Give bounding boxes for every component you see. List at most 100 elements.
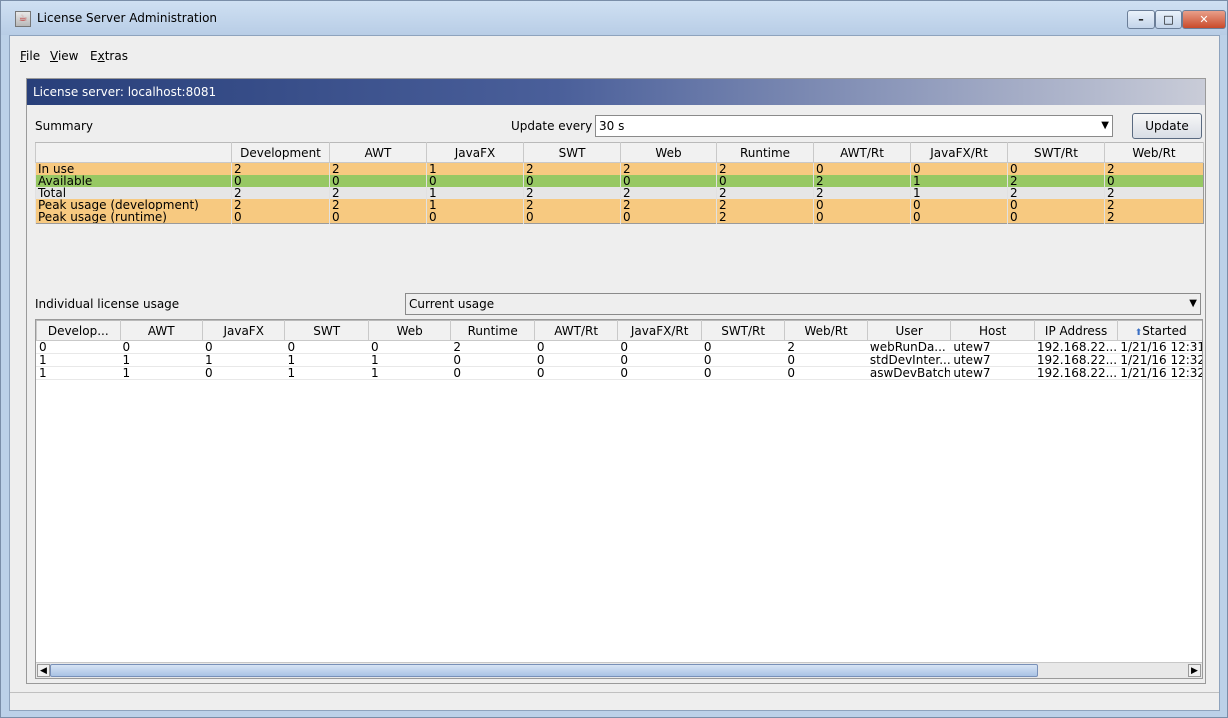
summary-row-label: Peak usage (runtime) bbox=[35, 211, 232, 224]
usage-cell: 0 bbox=[700, 353, 785, 367]
usage-cell: stdDevInter... bbox=[866, 353, 951, 367]
table-row[interactable]: 0 0 0 0 0 2 0 0 0 2 webRunDa... utew7 192.168.22....… bbox=[36, 340, 1202, 354]
usage-cell: utew7 bbox=[950, 340, 1035, 354]
usage-column-label: Host bbox=[978, 323, 1007, 338]
usage-column-header[interactable]: JavaFX/Rt bbox=[617, 320, 702, 341]
java-cup-icon[interactable]: ☕ bbox=[15, 11, 31, 27]
summary-column-header[interactable]: SWT/Rt bbox=[1007, 142, 1105, 163]
summary-cell: 2 bbox=[329, 162, 427, 175]
summary-column-header[interactable]: JavaFX/Rt bbox=[910, 142, 1008, 163]
update-button[interactable]: Update bbox=[1132, 113, 1202, 139]
summary-cell: 0 bbox=[523, 175, 621, 187]
usage-filter-select[interactable]: Current usage ▼ bbox=[405, 293, 1201, 315]
summary-cell: 2 bbox=[523, 199, 621, 211]
usage-column-header[interactable]: JavaFX bbox=[201, 320, 286, 341]
usage-column-header[interactable]: AWT bbox=[119, 320, 203, 341]
usage-column-header[interactable]: Develop... bbox=[36, 320, 121, 341]
server-panel: License server: localhost:8081 Summary U… bbox=[26, 78, 1206, 684]
usage-cell: 192.168.22.... bbox=[1033, 366, 1118, 380]
menu-file[interactable]: File bbox=[20, 49, 40, 63]
summary-column-header[interactable]: JavaFX bbox=[426, 142, 524, 163]
usage-column-header[interactable]: IP Address bbox=[1033, 320, 1119, 341]
summary-row-label: In use bbox=[35, 162, 232, 175]
scrollbar-thumb[interactable] bbox=[50, 664, 1038, 677]
usage-cell: 1 bbox=[201, 353, 285, 367]
arrow-left-icon[interactable]: ◀ bbox=[37, 664, 50, 677]
summary-column-header[interactable]: Web bbox=[620, 142, 717, 163]
usage-column-label: JavaFX bbox=[223, 323, 264, 338]
usage-column-label: Web bbox=[396, 323, 423, 338]
summary-cell: 2 bbox=[620, 199, 717, 211]
summary-cell: 2 bbox=[716, 187, 814, 199]
usage-column-header[interactable]: User bbox=[866, 320, 952, 341]
summary-table: Development AWT JavaFX SWT Web Runtime AWT/Rt J… bbox=[35, 142, 1204, 224]
menu-extras[interactable]: Extras bbox=[90, 49, 128, 63]
table-row[interactable]: 1 1 0 1 1 0 0 0 0 0 aswDevBatch utew7 192.168.22....… bbox=[36, 366, 1202, 380]
minimize-icon: – bbox=[1138, 13, 1144, 26]
summary-cell: 0 bbox=[426, 211, 524, 224]
minimize-button[interactable]: – bbox=[1127, 10, 1155, 29]
summary-cell: 0 bbox=[329, 175, 427, 187]
horizontal-scrollbar[interactable]: ◀ ▶ bbox=[36, 662, 1202, 678]
usage-cell: 1 bbox=[119, 353, 203, 367]
usage-column-label: IP Address bbox=[1044, 323, 1108, 338]
usage-cell: 0 bbox=[700, 366, 785, 380]
usage-cell: webRunDa... bbox=[866, 340, 951, 354]
usage-column-header[interactable]: SWT bbox=[284, 320, 369, 341]
usage-column-label: SWT bbox=[313, 323, 341, 338]
client-area: File View Extras License server: localho… bbox=[9, 35, 1220, 711]
menu-view[interactable]: View bbox=[50, 49, 78, 63]
usage-column-label: Runtime bbox=[467, 323, 518, 338]
usage-column-header[interactable]: Web/Rt bbox=[784, 320, 868, 341]
usage-cell: 1 bbox=[36, 366, 120, 380]
summary-cell: 2 bbox=[231, 199, 330, 211]
summary-cell: 0 bbox=[910, 211, 1008, 224]
usage-column-label: Started bbox=[1142, 323, 1187, 338]
summary-column-header[interactable]: AWT bbox=[329, 142, 427, 163]
usage-column-label: AWT bbox=[147, 323, 175, 338]
usage-cell: 2 bbox=[450, 340, 535, 354]
usage-cell: 0 bbox=[784, 366, 868, 380]
update-every-label: Update every bbox=[511, 119, 593, 133]
summary-cell: 1 bbox=[426, 162, 524, 175]
summary-cell: 2 bbox=[523, 187, 621, 199]
usage-cell: 0 bbox=[784, 353, 868, 367]
usage-column-label: AWT/Rt bbox=[554, 323, 599, 338]
usage-column-header[interactable]: Web bbox=[367, 320, 452, 341]
summary-column-header[interactable]: Development bbox=[231, 142, 330, 163]
summary-cell: 2 bbox=[1104, 162, 1204, 175]
usage-cell: 1 bbox=[284, 366, 369, 380]
summary-column-header[interactable]: SWT bbox=[523, 142, 621, 163]
summary-cell: 1 bbox=[910, 175, 1008, 187]
summary-cell: 0 bbox=[910, 162, 1008, 175]
usage-column-header[interactable]: ⬆Started bbox=[1117, 320, 1202, 341]
summary-cell: 2 bbox=[716, 211, 814, 224]
summary-cell: 1 bbox=[426, 187, 524, 199]
maximize-button[interactable]: □ bbox=[1155, 10, 1182, 29]
usage-column-header[interactable]: SWT/Rt bbox=[700, 320, 786, 341]
usage-cell: 1/21/16 12:32 PM bbox=[1117, 366, 1202, 380]
table-row[interactable]: 1 1 1 1 1 0 0 0 0 0 stdDevInter... utew7 192.168.22.… bbox=[36, 353, 1202, 367]
summary-column-header[interactable]: Web/Rt bbox=[1104, 142, 1204, 163]
usage-table-scroll[interactable]: Develop... AWT JavaFX SWT Web Runtime AWT/Rt Ja… bbox=[35, 319, 1203, 679]
summary-row: Peak usage (runtime) 0 0 0 0 0 2 0 0 0 2 bbox=[35, 211, 1204, 224]
usage-column-header[interactable]: Runtime bbox=[450, 320, 535, 341]
usage-cell: utew7 bbox=[950, 353, 1035, 367]
chevron-down-icon: ▼ bbox=[1189, 298, 1197, 309]
summary-cell: 2 bbox=[1104, 199, 1204, 211]
summary-cell: 2 bbox=[620, 162, 717, 175]
summary-column-header[interactable] bbox=[35, 142, 232, 163]
usage-cell: 192.168.22.... bbox=[1033, 340, 1118, 354]
usage-column-header[interactable]: AWT/Rt bbox=[533, 320, 619, 341]
summary-cell: 0 bbox=[523, 211, 621, 224]
summary-column-header[interactable]: Runtime bbox=[716, 142, 814, 163]
summary-column-header[interactable]: AWT/Rt bbox=[813, 142, 911, 163]
usage-cell: 2 bbox=[784, 340, 868, 354]
close-button[interactable]: ✕ bbox=[1182, 10, 1226, 29]
update-interval-select[interactable]: 30 s ▼ bbox=[595, 115, 1113, 137]
arrow-right-icon[interactable]: ▶ bbox=[1188, 664, 1201, 677]
summary-cell: 2 bbox=[231, 162, 330, 175]
usage-column-header[interactable]: Host bbox=[950, 320, 1035, 341]
close-icon: ✕ bbox=[1199, 13, 1209, 26]
summary-row: Total 2 2 1 2 2 2 2 1 2 2 bbox=[35, 187, 1204, 199]
